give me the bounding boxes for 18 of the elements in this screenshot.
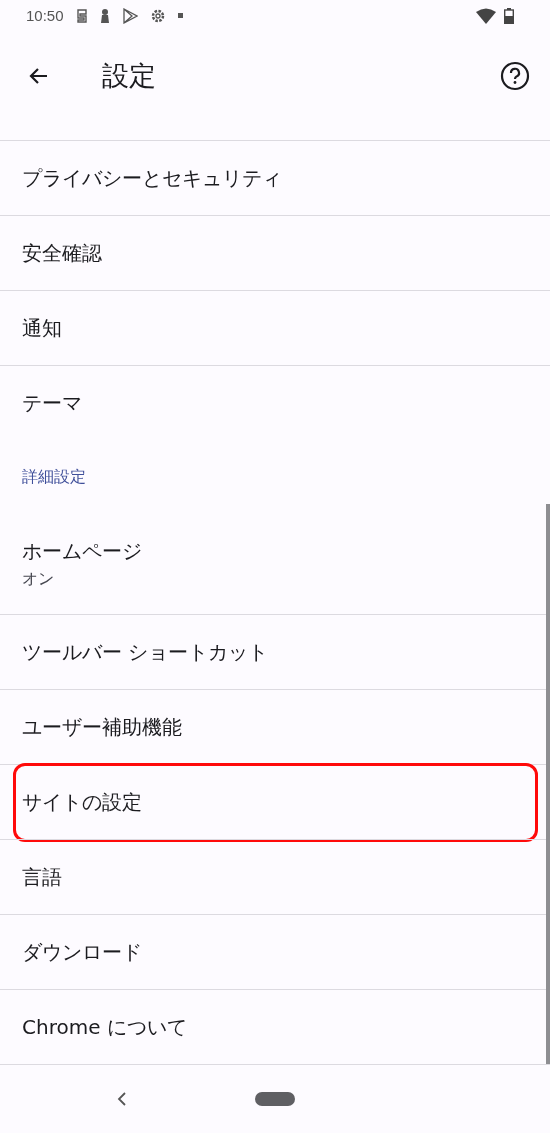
wifi-icon — [476, 7, 496, 24]
settings-item[interactable]: テーマ — [0, 365, 550, 441]
settings-item[interactable]: 安全確認 — [0, 215, 550, 291]
sim-icon — [75, 7, 88, 24]
settings-item[interactable]: プライバシーとセキュリティ — [0, 140, 550, 216]
settings-item[interactable]: 通知 — [0, 290, 550, 366]
settings-item[interactable]: サイトの設定 — [0, 764, 550, 840]
back-nav-icon[interactable] — [116, 1091, 128, 1108]
settings-item[interactable]: ホームページ オン — [0, 514, 550, 615]
person-icon — [99, 7, 110, 24]
play-store-icon — [121, 7, 138, 24]
page-title: 設定 — [102, 58, 156, 93]
status-time: 10:50 — [26, 7, 64, 25]
section-header: 詳細設定 — [21, 465, 87, 488]
help-icon[interactable] — [500, 60, 530, 91]
settings-icon — [149, 7, 166, 24]
home-pill[interactable] — [255, 1092, 295, 1107]
battery-icon — [504, 7, 514, 24]
